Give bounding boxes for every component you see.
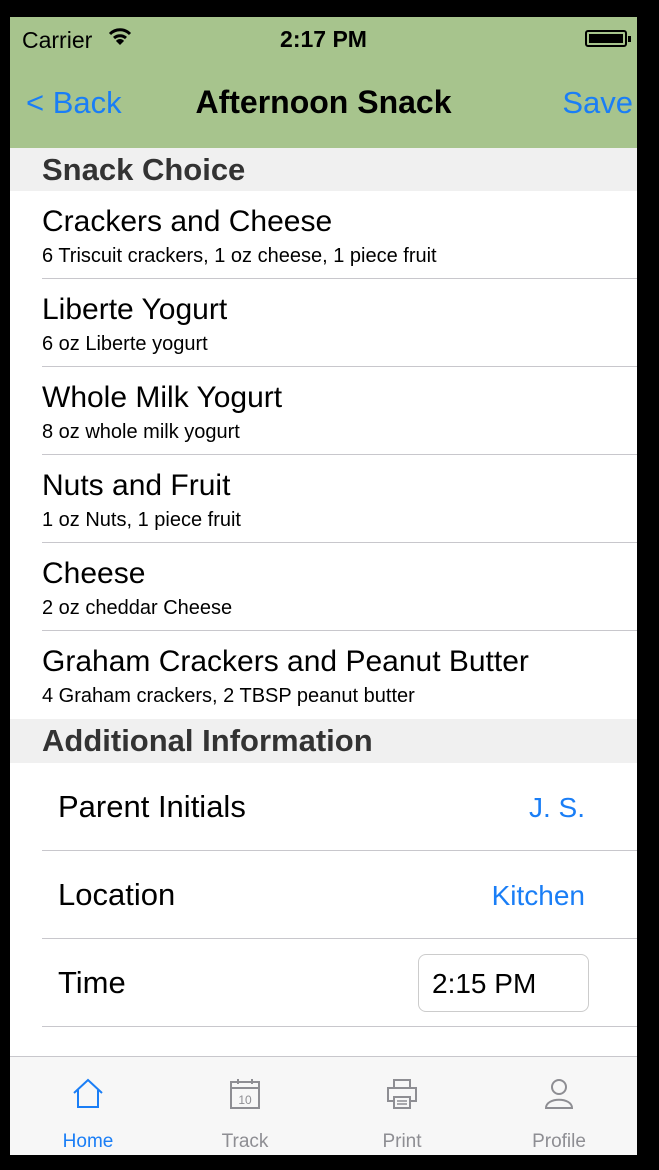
location-value[interactable]: Kitchen xyxy=(492,880,585,912)
section-title: Snack Choice xyxy=(42,152,246,187)
snack-description: 4 Graham crackers, 2 TBSP peanut butter xyxy=(42,685,415,707)
location-label: Location xyxy=(58,877,176,912)
section-header-snack-choice: Snack Choice xyxy=(10,148,637,191)
snack-description: 6 oz Liberte yogurt xyxy=(42,333,208,355)
house-icon xyxy=(73,1078,103,1108)
tab-label: Home xyxy=(62,1131,114,1152)
snack-description: 6 Triscuit crackers, 1 oz cheese, 1 piec… xyxy=(42,245,437,267)
tab-label: Track xyxy=(221,1131,269,1152)
section-header-additional-information: Additional Information xyxy=(10,719,637,763)
snack-option-liberte-yogurt[interactable]: Liberte Yogurt 6 oz Liberte yogurt xyxy=(10,279,637,367)
save-button[interactable]: Save xyxy=(562,85,633,121)
snack-option-graham-crackers-and-peanut-butter[interactable]: Graham Crackers and Peanut Butter 4 Grah… xyxy=(10,631,637,719)
snack-option-crackers-and-cheese[interactable]: Crackers and Cheese 6 Triscuit crackers,… xyxy=(10,191,637,279)
row-divider xyxy=(42,1026,637,1027)
snack-description: 2 oz cheddar Cheese xyxy=(42,597,233,619)
location-row[interactable]: Location Kitchen xyxy=(10,851,637,939)
parent-initials-label: Parent Initials xyxy=(58,789,246,824)
tab-profile[interactable]: Profile xyxy=(481,1057,637,1155)
time-label: Time xyxy=(58,965,126,1000)
calendar-day-number: 10 xyxy=(238,1093,252,1107)
snack-description: 8 oz whole milk yogurt xyxy=(42,421,240,443)
section-title: Additional Information xyxy=(42,723,373,758)
time-field-value: 2:15 PM xyxy=(432,968,537,999)
status-bar: Carrier 2:17 PM xyxy=(10,17,637,57)
app-screen: Carrier 2:17 PM < Back Afternoon Snack S… xyxy=(10,17,637,1155)
snack-title: Graham Crackers and Peanut Butter xyxy=(42,645,529,678)
time-row: Time 2:15 PM xyxy=(10,939,637,1027)
calendar-icon: 10 xyxy=(230,1079,260,1109)
snack-option-whole-milk-yogurt[interactable]: Whole Milk Yogurt 8 oz whole milk yogurt xyxy=(10,367,637,455)
tab-track[interactable]: 10 Track xyxy=(167,1057,323,1155)
navigation-bar: < Back Afternoon Snack Save xyxy=(10,57,637,148)
tab-label: Print xyxy=(382,1131,422,1152)
parent-initials-row[interactable]: Parent Initials J. S. xyxy=(10,763,637,851)
page-title: Afternoon Snack xyxy=(195,84,452,120)
snack-title: Whole Milk Yogurt xyxy=(42,381,283,414)
battery-icon xyxy=(585,30,631,47)
snack-description: 1 oz Nuts, 1 piece fruit xyxy=(42,509,241,531)
tab-home[interactable]: Home xyxy=(10,1057,166,1155)
person-icon xyxy=(544,1079,574,1109)
printer-icon xyxy=(387,1079,417,1109)
tab-bar: Home 10 Track Print Profile xyxy=(10,1056,637,1155)
snack-option-nuts-and-fruit[interactable]: Nuts and Fruit 1 oz Nuts, 1 piece fruit xyxy=(10,455,637,543)
tab-label: Profile xyxy=(532,1131,586,1152)
snack-title: Cheese xyxy=(42,557,146,590)
snack-title: Liberte Yogurt xyxy=(42,293,228,326)
status-time: 2:17 PM xyxy=(280,26,367,52)
snack-option-cheese[interactable]: Cheese 2 oz cheddar Cheese xyxy=(10,543,637,631)
snack-title: Crackers and Cheese xyxy=(42,205,333,238)
snack-title: Nuts and Fruit xyxy=(42,469,231,502)
tab-print[interactable]: Print xyxy=(324,1057,480,1155)
time-field[interactable]: 2:15 PM xyxy=(418,954,589,1012)
parent-initials-value[interactable]: J. S. xyxy=(529,792,585,824)
